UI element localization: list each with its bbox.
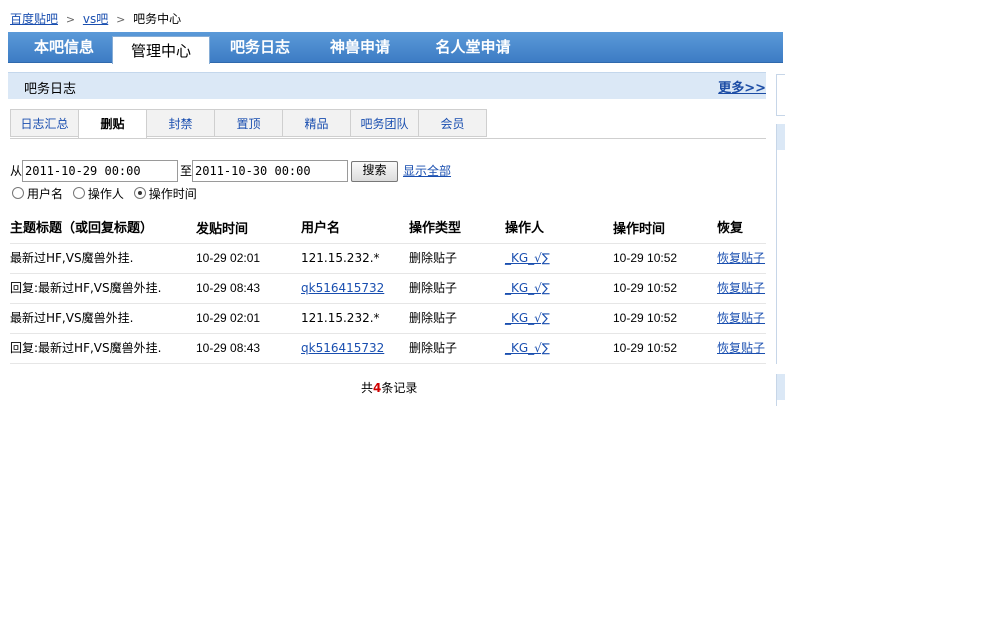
main-nav: 本吧信息 管理中心 吧务日志 神兽申请 名人堂申请 [8, 32, 783, 64]
to-label: 至 [180, 164, 193, 178]
sidebar-panel [776, 124, 785, 364]
column-header-operator: 操作人 [505, 221, 545, 236]
restore-post-link[interactable]: 恢复贴子 [717, 304, 765, 333]
breadcrumb-current: 吧务中心 [133, 12, 182, 26]
operator-link[interactable]: _KG_√∑ [505, 274, 550, 303]
post-title: 最新过HF,VS魔兽外挂. [10, 311, 134, 325]
nav-tab-hall-of-fame-application[interactable]: 名人堂申请 [418, 32, 528, 62]
post-title: 最新过HF,VS魔兽外挂. [10, 251, 134, 265]
admin-log-table: 主题标题（或回复标题） 发贴时间 用户名 操作类型 操作人 操作时间 恢复 最新… [10, 214, 766, 364]
nav-tab-forum-info[interactable]: 本吧信息 [20, 32, 108, 62]
sort-options: 用户名 操作人 操作时间 [12, 186, 203, 202]
restore-post-link[interactable]: 恢复贴子 [717, 334, 765, 363]
action-type: 删除贴子 [409, 311, 458, 325]
action-type: 删除贴子 [409, 281, 458, 295]
tab-log-summary[interactable]: 日志汇总 [10, 109, 79, 137]
nav-tab-admin-log[interactable]: 吧务日志 [216, 32, 304, 62]
operator-link[interactable]: _KG_√∑ [505, 244, 550, 273]
record-count: 共4条记录 [361, 380, 417, 396]
sidebar-panel [776, 74, 785, 116]
breadcrumb-forum-link[interactable]: vs吧 [83, 12, 108, 26]
table-row: 最新过HF,VS魔兽外挂. 10-29 02:01 121.15.232.* 删… [10, 304, 766, 334]
record-count-suffix: 条记录 [381, 381, 418, 395]
from-label: 从 [10, 164, 23, 178]
tab-divider [10, 138, 766, 139]
breadcrumb-home-link[interactable]: 百度贴吧 [10, 12, 58, 26]
column-header-username: 用户名 [301, 221, 341, 236]
restore-post-link[interactable]: 恢复贴子 [717, 274, 765, 303]
sort-option-label: 操作人 [87, 187, 124, 201]
operation-time: 10-29 10:52 [613, 341, 678, 355]
end-date-input[interactable] [192, 160, 348, 182]
nav-tab-beast-application[interactable]: 神兽申请 [316, 32, 404, 62]
post-time: 10-29 02:01 [196, 251, 261, 265]
nav-tab-management-center[interactable]: 管理中心 [112, 36, 210, 64]
tab-sticky[interactable]: 置顶 [214, 109, 283, 137]
record-count-prefix: 共 [361, 381, 374, 395]
table-header-row: 主题标题（或回复标题） 发贴时间 用户名 操作类型 操作人 操作时间 恢复 [10, 214, 766, 244]
post-time: 10-29 08:43 [196, 281, 261, 295]
tab-delete-posts[interactable]: 删贴 [78, 109, 147, 139]
breadcrumb-separator: > [65, 13, 76, 26]
column-header-restore: 恢复 [717, 221, 744, 236]
username: 121.15.232.* [301, 311, 380, 325]
tab-members[interactable]: 会员 [418, 109, 487, 137]
action-type: 删除贴子 [409, 341, 458, 355]
sort-option-label: 操作时间 [148, 187, 197, 201]
post-time: 10-29 02:01 [196, 311, 261, 325]
post-title: 回复:最新过HF,VS魔兽外挂. [10, 281, 162, 295]
post-time: 10-29 08:43 [196, 341, 261, 355]
sort-by-operation-time-radio[interactable] [133, 187, 146, 199]
username: 121.15.232.* [301, 251, 380, 265]
operator-link[interactable]: _KG_√∑ [505, 334, 550, 363]
tab-bans[interactable]: 封禁 [146, 109, 215, 137]
restore-post-link[interactable]: 恢复贴子 [717, 244, 765, 273]
table-row: 回复:最新过HF,VS魔兽外挂. 10-29 08:43 qk516415732… [10, 274, 766, 304]
show-all-link[interactable]: 显示全部 [403, 160, 451, 182]
tab-admin-team[interactable]: 吧务团队 [350, 109, 419, 137]
post-title: 回复:最新过HF,VS魔兽外挂. [10, 341, 162, 355]
section-title: 吧务日志 [24, 82, 77, 97]
column-header-action-type: 操作类型 [409, 221, 462, 236]
column-header-post-time: 发贴时间 [196, 221, 249, 236]
tab-featured[interactable]: 精品 [282, 109, 351, 137]
sidebar-panel [776, 374, 785, 406]
sort-option-label: 用户名 [27, 187, 64, 201]
username-link[interactable]: qk516415732 [301, 274, 384, 303]
sort-by-username-radio[interactable] [12, 187, 24, 199]
username-link[interactable]: qk516415732 [301, 334, 384, 363]
tab-label: 删贴 [100, 117, 125, 131]
operation-time: 10-29 10:52 [613, 251, 678, 265]
sort-by-operator-radio[interactable] [72, 187, 85, 199]
more-link[interactable]: 更多>> [718, 77, 766, 96]
column-header-operation-time: 操作时间 [613, 221, 666, 236]
operator-link[interactable]: _KG_√∑ [505, 304, 550, 333]
action-type: 删除贴子 [409, 251, 458, 265]
column-header-title: 主题标题（或回复标题） [10, 221, 154, 236]
search-button[interactable]: 搜索 [351, 161, 398, 182]
table-row: 最新过HF,VS魔兽外挂. 10-29 02:01 121.15.232.* 删… [10, 244, 766, 274]
breadcrumb: 百度贴吧 > vs吧 > 吧务中心 [10, 11, 181, 27]
operation-time: 10-29 10:52 [613, 311, 678, 325]
start-date-input[interactable] [22, 160, 178, 182]
table-row: 回复:最新过HF,VS魔兽外挂. 10-29 08:43 qk516415732… [10, 334, 766, 364]
section-header: 吧务日志 更多>> [8, 72, 766, 99]
breadcrumb-separator: > [116, 13, 126, 26]
operation-time: 10-29 10:52 [613, 281, 678, 295]
